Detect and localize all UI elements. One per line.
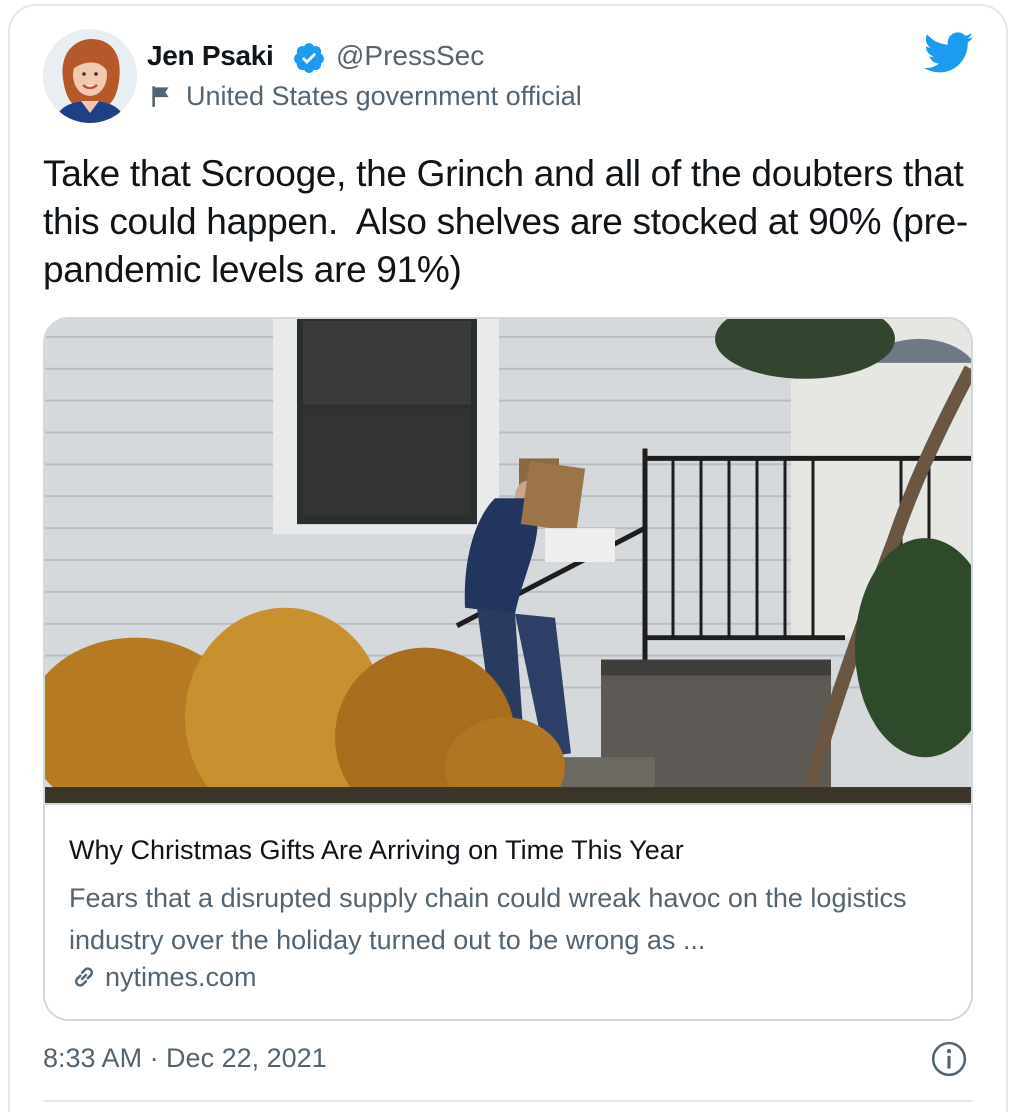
- link-domain: nytimes.com: [105, 962, 257, 992]
- info-icon[interactable]: [930, 1040, 968, 1078]
- footer-divider: [43, 1100, 973, 1102]
- link-preview-card[interactable]: Why Christmas Gifts Are Arriving on Time…: [43, 317, 973, 1021]
- government-label[interactable]: United States government official: [186, 81, 582, 112]
- display-name[interactable]: Jen Psaki: [147, 40, 274, 72]
- verified-badge-icon: [294, 43, 324, 73]
- tweet-text: Take that Scrooge, the Grinch and all of…: [43, 153, 974, 290]
- link-description: Fears that a disrupted supply chain coul…: [69, 883, 907, 955]
- flag-icon: [152, 86, 169, 107]
- link-title[interactable]: Why Christmas Gifts Are Arriving on Time…: [69, 835, 684, 866]
- user-handle[interactable]: @PressSec: [336, 40, 484, 72]
- avatar-portrait-icon: [43, 29, 137, 123]
- link-chain-icon: [75, 967, 93, 987]
- avatar[interactable]: [43, 29, 137, 123]
- tweet-timestamp[interactable]: 8:33 AM · Dec 22, 2021: [43, 1043, 327, 1074]
- twitter-bird-icon[interactable]: [924, 32, 974, 74]
- delivery-photo-icon: [45, 319, 971, 805]
